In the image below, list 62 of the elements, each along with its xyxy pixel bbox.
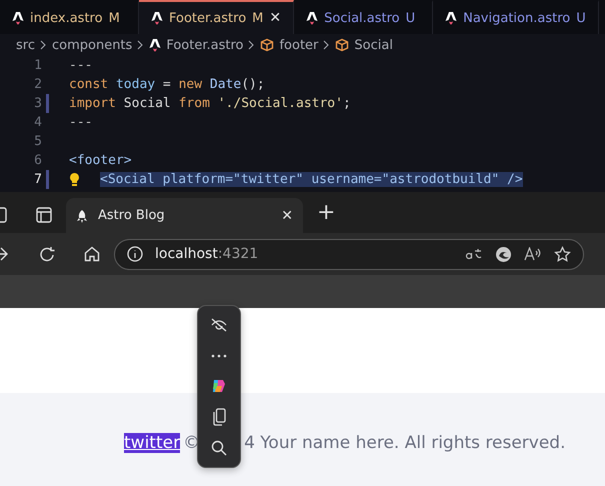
close-button[interactable]: ✕ — [281, 208, 293, 224]
cube-icon — [335, 38, 350, 52]
colorful-logo-icon — [211, 378, 227, 394]
vertical-tabs-icon[interactable] — [36, 207, 52, 223]
line-number: 4 — [33, 115, 42, 130]
astro-icon — [445, 11, 458, 25]
chevron-icon — [40, 40, 47, 50]
git-status-label: M — [108, 10, 120, 26]
code-line: import Social from './Social.astro'; — [69, 96, 351, 111]
breadcrumb-item[interactable]: Footer.astro — [166, 38, 244, 52]
forward-icon[interactable] — [0, 247, 8, 261]
tab-label: Navigation.astro — [463, 10, 570, 26]
code-line: --- — [69, 115, 92, 130]
url-text: localhost:4321 — [155, 246, 258, 262]
browser-tab[interactable]: Astro Blog ✕ — [66, 198, 303, 233]
lightbulb-icon[interactable] — [69, 172, 80, 187]
rocket-icon — [76, 208, 88, 222]
line-number: 1 — [33, 58, 42, 73]
chevron-icon — [323, 40, 330, 50]
code-line: const today = new Date(); — [69, 77, 265, 92]
line-number: 5 — [33, 134, 42, 149]
search-icon — [211, 440, 227, 456]
tab-label: index.astro — [30, 10, 103, 26]
astro-icon — [306, 11, 318, 25]
address-bar[interactable]: localhost:4321 — [114, 238, 584, 270]
translate-icon[interactable] — [465, 247, 483, 261]
footer-text: 4 Your name here. All rights reserved. — [244, 432, 566, 452]
line-number: 7 — [33, 172, 42, 187]
breadcrumb-item[interactable]: footer — [279, 38, 318, 52]
astro-icon — [12, 11, 24, 25]
git-status-label: U — [406, 10, 416, 26]
eye-off-icon — [210, 318, 228, 332]
refresh-icon[interactable] — [39, 246, 56, 262]
tab-title: Astro Blog — [98, 208, 165, 223]
breadcrumb-item[interactable]: components — [52, 38, 132, 52]
astro-icon — [151, 11, 163, 25]
astro-icon — [149, 38, 162, 52]
git-status-label: U — [576, 10, 586, 26]
code-line: --- — [69, 58, 92, 73]
breadcrumb-item[interactable]: src — [16, 38, 35, 52]
breadcrumb-item[interactable]: Social — [354, 38, 393, 52]
chevron-icon — [248, 40, 256, 50]
tab-actions-icon[interactable] — [0, 207, 8, 223]
home-icon[interactable] — [84, 246, 100, 262]
tab-label: Footer.astro — [169, 10, 246, 26]
star-icon[interactable] — [554, 246, 571, 262]
copy-icon — [212, 408, 226, 426]
more-icon — [211, 354, 227, 358]
git-status-label: M — [252, 10, 264, 26]
info-icon[interactable] — [127, 246, 143, 262]
line-number: 6 — [33, 153, 42, 168]
read-aloud-icon[interactable] — [524, 247, 542, 261]
line-number: 3 — [33, 96, 42, 111]
editor-tab[interactable]: Footer.astro M ✕ — [139, 0, 294, 34]
tab-label: Social.astro — [324, 10, 400, 26]
new-tab-button[interactable]: + — [317, 200, 336, 225]
line-number: 2 — [33, 77, 42, 92]
cube-icon — [260, 38, 274, 52]
close-button[interactable]: ✕ — [269, 10, 282, 26]
edge-logo-icon[interactable] — [495, 246, 512, 262]
code-line: <footer> — [69, 153, 132, 168]
chevron-icon — [137, 40, 144, 50]
